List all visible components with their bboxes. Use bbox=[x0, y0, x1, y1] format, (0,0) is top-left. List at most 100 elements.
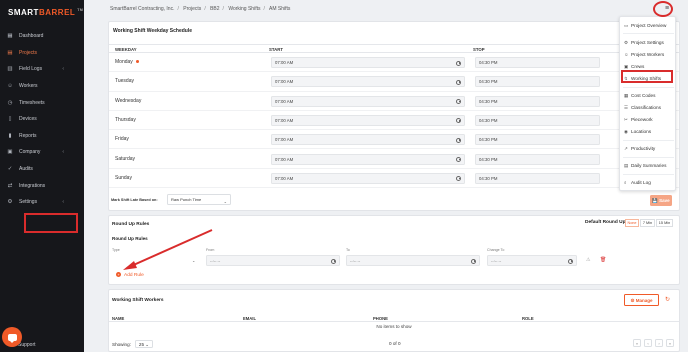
sidebar-item-dashboard[interactable]: ▦ Dashboard bbox=[0, 28, 84, 45]
start-time-input[interactable]: 07:00 AM bbox=[271, 114, 465, 126]
menu-item-project-overview[interactable]: ▭ Project Overview bbox=[624, 23, 666, 29]
start-time-input[interactable]: 07:00 AM bbox=[271, 57, 465, 68]
weekday-label: Sunday bbox=[115, 174, 132, 181]
last-page-button[interactable]: » bbox=[666, 339, 674, 347]
stop-time-input[interactable]: 04:30 PM bbox=[475, 95, 600, 107]
menu-item-cost-codes[interactable]: ▦ Cost Codes bbox=[624, 93, 656, 99]
brand-logo[interactable]: SMARTBARREL TM bbox=[8, 8, 83, 17]
start-time-input[interactable]: 07:00 AM bbox=[271, 76, 465, 88]
start-time-input[interactable]: 07:00 AM bbox=[271, 172, 465, 184]
menu-divider bbox=[623, 174, 674, 175]
prev-page-button[interactable]: ‹ bbox=[644, 339, 652, 347]
workers-title: Working Shift Workers bbox=[112, 298, 164, 303]
overview-icon: ▭ bbox=[624, 23, 629, 28]
building-icon: ▣ bbox=[7, 149, 13, 156]
result-count: 0 of 0 bbox=[389, 341, 401, 346]
menu-item-productivity[interactable]: ↗ Productivity bbox=[624, 146, 655, 152]
late-based-label: Mark Shift Late Based on: bbox=[111, 198, 158, 202]
start-time-input[interactable]: 07:00 AM bbox=[271, 95, 465, 107]
stop-time-input[interactable]: 04:30 PM bbox=[475, 76, 600, 88]
header-weekday: WEEKDAY bbox=[115, 46, 137, 52]
start-time-input[interactable]: 07:00 AM bbox=[271, 153, 465, 165]
user-icon: ☺ bbox=[624, 52, 629, 57]
breadcrumb-project[interactable]: BB2 bbox=[210, 6, 219, 12]
plus-icon: + bbox=[116, 272, 121, 277]
table-row: Monday 07:00 AM 04:30 PM bbox=[109, 53, 679, 73]
audit-icon: ✓ bbox=[7, 166, 13, 173]
refresh-icon[interactable]: ↻ bbox=[665, 296, 670, 303]
from-input[interactable]: --:-- -- bbox=[206, 255, 340, 266]
sidebar-item-settings[interactable]: ⚙ Settings ‹ bbox=[0, 194, 84, 211]
main-content: SmartBarrel Contracting, Inc. / Projects /… bbox=[84, 0, 688, 352]
sidebar-item-timesheets[interactable]: ◷ Timesheets bbox=[0, 94, 84, 111]
header-stop: STOP bbox=[473, 46, 485, 52]
shift-workers-card: Working Shift Workers ⚙ Manage ↻ NAME EM… bbox=[108, 289, 680, 352]
chevron-down-icon: ⌄ bbox=[223, 199, 227, 204]
change-to-input[interactable]: --:-- -- bbox=[487, 255, 577, 266]
to-input[interactable]: --:-- -- bbox=[346, 255, 480, 266]
trend-icon: ↗ bbox=[624, 146, 628, 151]
stop-time-input[interactable]: 04:30 PM bbox=[475, 172, 600, 184]
table-row: Friday 07:00 AM 04:30 PM bbox=[109, 130, 679, 150]
stop-time-input[interactable]: 04:30 PM bbox=[475, 114, 600, 126]
breadcrumb-company[interactable]: SmartBarrel Contracting, Inc. bbox=[110, 6, 174, 12]
table-row: Tuesday 07:00 AM 04:30 PM bbox=[109, 72, 679, 92]
plug-icon: ⇄ bbox=[7, 182, 13, 189]
weekday-schedule-card: Working Shift Weekday Schedule WEEKDAY S… bbox=[108, 21, 680, 211]
sidebar: SMARTBARREL TM ▦ Dashboard ▤ Projects ▥ Fiel… bbox=[0, 0, 84, 352]
sidebar-item-projects[interactable]: ▤ Projects bbox=[0, 45, 84, 62]
sidebar-item-reports[interactable]: ▮ Reports bbox=[0, 128, 84, 145]
table-row: Sunday 07:00 AM 04:30 PM bbox=[109, 169, 679, 189]
chevron-left-icon: ‹ bbox=[62, 198, 64, 205]
stop-time-input[interactable]: 04:30 PM bbox=[475, 153, 600, 165]
gear-icon: ⚙ bbox=[7, 199, 13, 206]
sidebar-item-integrations[interactable]: ⇄ Integrations bbox=[0, 177, 84, 194]
clock-icon bbox=[456, 118, 461, 124]
breadcrumb-working-shifts[interactable]: Working Shifts bbox=[228, 6, 260, 12]
table-row: Saturday 07:00 AM 04:30 PM bbox=[109, 150, 679, 169]
start-time-input[interactable]: 07:00 AM bbox=[271, 134, 465, 146]
menu-item-project-workers[interactable]: ☺ Project Workers bbox=[624, 52, 664, 57]
menu-item-piecework[interactable]: ✂ Piecework bbox=[624, 117, 653, 123]
sidebar-item-audits[interactable]: ✓ Audits bbox=[0, 161, 84, 178]
next-page-button[interactable]: › bbox=[655, 339, 663, 347]
first-page-button[interactable]: « bbox=[633, 339, 641, 347]
stop-time-input[interactable]: 04:30 PM bbox=[475, 134, 600, 146]
support-link[interactable]: Support bbox=[18, 342, 36, 348]
chat-button[interactable] bbox=[2, 327, 22, 347]
clock-icon bbox=[456, 60, 461, 66]
table-row: Thursday 07:00 AM 04:30 PM bbox=[109, 111, 679, 131]
sidebar-item-company[interactable]: ▣ Company ‹ bbox=[0, 144, 84, 161]
menu-item-project-settings[interactable]: ⚙ Project Settings bbox=[624, 40, 664, 46]
weekday-label: Monday bbox=[115, 59, 140, 65]
round-up-option-7[interactable]: 7 Min bbox=[640, 219, 655, 227]
project-menu: ▭ Project Overview ⚙ Project Settings ☺ Pro… bbox=[619, 16, 676, 191]
trash-icon[interactable]: 🗑 bbox=[600, 257, 606, 263]
round-up-option-none[interactable]: None bbox=[625, 219, 639, 227]
book-icon: ▥ bbox=[7, 66, 13, 73]
weekday-label: Friday bbox=[115, 136, 129, 143]
menu-item-daily-summaries[interactable]: ▤ Daily Summaries bbox=[624, 163, 666, 169]
add-rule-button[interactable]: + Add Rule bbox=[116, 272, 144, 278]
breadcrumb: SmartBarrel Contracting, Inc. / Projects /… bbox=[110, 6, 291, 12]
breadcrumb-projects[interactable]: Projects bbox=[183, 6, 201, 12]
sidebar-item-devices[interactable]: ▯ Devices bbox=[0, 111, 84, 128]
stop-time-input[interactable]: 04:30 PM bbox=[475, 57, 600, 68]
header-start: START bbox=[269, 46, 284, 52]
menu-toggle-highlight bbox=[653, 1, 673, 17]
menu-item-classifications[interactable]: ☰ Classifications bbox=[624, 105, 661, 111]
from-label: From bbox=[206, 248, 215, 252]
empty-message: No items to show bbox=[376, 324, 412, 329]
page-size-select[interactable]: 25 ⌄ bbox=[134, 340, 154, 348]
manage-button[interactable]: ⚙ Manage bbox=[624, 294, 659, 306]
type-select-chevron-icon[interactable]: ⌄ bbox=[192, 258, 195, 263]
menu-item-audit-log[interactable]: ⌕ Audit Log bbox=[624, 180, 651, 185]
late-based-select[interactable]: Raw Punch Time ⌄ bbox=[167, 194, 231, 205]
round-up-option-15[interactable]: 15 Min bbox=[656, 219, 673, 227]
sidebar-item-field-logs[interactable]: ▥ Field Logs ‹ bbox=[0, 61, 84, 78]
gear-icon: ⚙ bbox=[624, 40, 629, 45]
header-phone: PHONE bbox=[373, 315, 388, 321]
menu-item-locations[interactable]: ◉ Locations bbox=[624, 129, 651, 135]
sidebar-item-workers[interactable]: ☺ Workers bbox=[0, 78, 84, 95]
save-button[interactable]: 💾 Save bbox=[650, 195, 672, 206]
